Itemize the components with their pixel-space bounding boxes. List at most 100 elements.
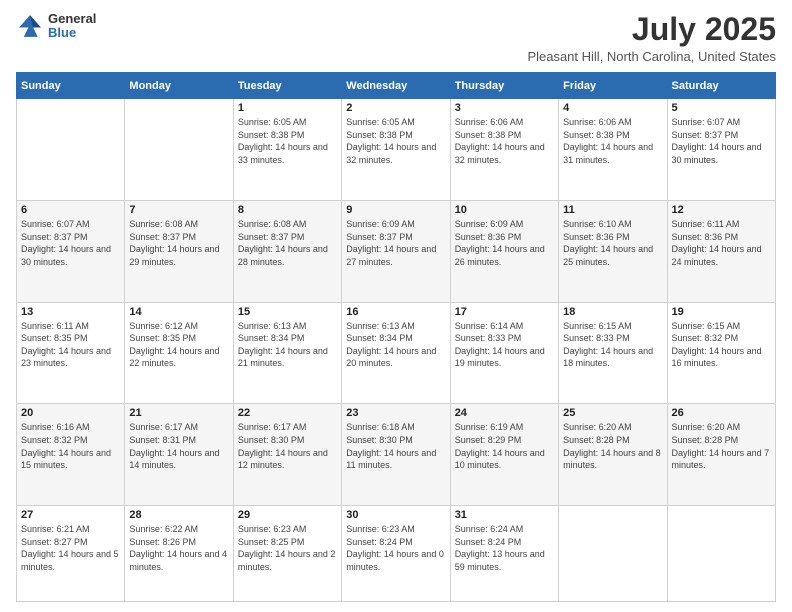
table-row: 2 Sunrise: 6:05 AMSunset: 8:38 PMDaylight…	[342, 99, 450, 201]
day-number: 19	[672, 306, 771, 318]
day-number: 14	[129, 306, 228, 318]
day-number: 18	[563, 306, 662, 318]
day-number: 16	[346, 306, 445, 318]
calendar: Sunday Monday Tuesday Wednesday Thursday…	[16, 72, 776, 602]
day-info: Sunrise: 6:09 AMSunset: 8:36 PMDaylight:…	[455, 218, 554, 268]
table-row: 6 Sunrise: 6:07 AMSunset: 8:37 PMDaylight…	[17, 200, 125, 302]
day-info: Sunrise: 6:23 AMSunset: 8:25 PMDaylight:…	[238, 523, 337, 573]
day-info: Sunrise: 6:10 AMSunset: 8:36 PMDaylight:…	[563, 218, 662, 268]
table-row: 18 Sunrise: 6:15 AMSunset: 8:33 PMDayligh…	[559, 302, 667, 404]
day-info: Sunrise: 6:18 AMSunset: 8:30 PMDaylight:…	[346, 421, 445, 471]
day-number: 31	[455, 509, 554, 521]
col-thursday: Thursday	[450, 73, 558, 99]
table-row	[559, 506, 667, 602]
table-row: 1Sunrise: 6:05 AMSunset: 8:38 PMDaylight…	[233, 99, 341, 201]
day-number: 9	[346, 204, 445, 216]
day-number: 11	[563, 204, 662, 216]
day-info: Sunrise: 6:20 AMSunset: 8:28 PMDaylight:…	[563, 421, 662, 471]
table-row: 7 Sunrise: 6:08 AMSunset: 8:37 PMDaylight…	[125, 200, 233, 302]
col-monday: Monday	[125, 73, 233, 99]
day-info: Sunrise: 6:05 AMSunset: 8:38 PMDaylight:…	[346, 116, 445, 166]
day-info: Sunrise: 6:19 AMSunset: 8:29 PMDaylight:…	[455, 421, 554, 471]
day-number: 20	[21, 407, 120, 419]
table-row: 29 Sunrise: 6:23 AMSunset: 8:25 PMDayligh…	[233, 506, 341, 602]
day-info: Sunrise: 6:22 AMSunset: 8:26 PMDaylight:…	[129, 523, 228, 573]
main-title: July 2025	[527, 12, 776, 47]
day-number: 10	[455, 204, 554, 216]
subtitle: Pleasant Hill, North Carolina, United St…	[527, 49, 776, 64]
day-number: 22	[238, 407, 337, 419]
table-row: 19 Sunrise: 6:15 AMSunset: 8:32 PMDayligh…	[667, 302, 775, 404]
table-row: 20 Sunrise: 6:16 AMSunset: 8:32 PMDayligh…	[17, 404, 125, 506]
day-number: 29	[238, 509, 337, 521]
table-row: 23 Sunrise: 6:18 AMSunset: 8:30 PMDayligh…	[342, 404, 450, 506]
logo: General Blue	[16, 12, 96, 41]
week-row-1: 6 Sunrise: 6:07 AMSunset: 8:37 PMDaylight…	[17, 200, 776, 302]
table-row: 17 Sunrise: 6:14 AMSunset: 8:33 PMDayligh…	[450, 302, 558, 404]
col-sunday: Sunday	[17, 73, 125, 99]
day-info: Sunrise: 6:16 AMSunset: 8:32 PMDaylight:…	[21, 421, 120, 471]
title-block: July 2025 Pleasant Hill, North Carolina,…	[527, 12, 776, 64]
table-row: 9Sunrise: 6:09 AMSunset: 8:37 PMDaylight…	[342, 200, 450, 302]
day-info: Sunrise: 6:21 AMSunset: 8:27 PMDaylight:…	[21, 523, 120, 573]
table-row: 30 Sunrise: 6:23 AMSunset: 8:24 PMDayligh…	[342, 506, 450, 602]
day-info: Sunrise: 6:20 AMSunset: 8:28 PMDaylight:…	[672, 421, 771, 471]
table-row	[125, 99, 233, 201]
table-row: 27Sunrise: 6:21 AMSunset: 8:27 PMDayligh…	[17, 506, 125, 602]
table-row: 4 Sunrise: 6:06 AMSunset: 8:38 PMDaylight…	[559, 99, 667, 201]
day-info: Sunrise: 6:15 AMSunset: 8:33 PMDaylight:…	[563, 320, 662, 370]
day-info: Sunrise: 6:08 AMSunset: 8:37 PMDaylight:…	[129, 218, 228, 268]
day-info: Sunrise: 6:11 AMSunset: 8:35 PMDaylight:…	[21, 320, 120, 370]
day-info: Sunrise: 6:06 AMSunset: 8:38 PMDaylight:…	[455, 116, 554, 166]
logo-icon	[16, 12, 44, 40]
day-number: 30	[346, 509, 445, 521]
day-number: 15	[238, 306, 337, 318]
table-row: 11 Sunrise: 6:10 AMSunset: 8:36 PMDayligh…	[559, 200, 667, 302]
day-info: Sunrise: 6:14 AMSunset: 8:33 PMDaylight:…	[455, 320, 554, 370]
week-row-2: 13 Sunrise: 6:11 AMSunset: 8:35 PMDayligh…	[17, 302, 776, 404]
day-number: 4	[563, 102, 662, 114]
week-row-0: 1Sunrise: 6:05 AMSunset: 8:38 PMDaylight…	[17, 99, 776, 201]
col-wednesday: Wednesday	[342, 73, 450, 99]
day-number: 12	[672, 204, 771, 216]
table-row: 16 Sunrise: 6:13 AMSunset: 8:34 PMDayligh…	[342, 302, 450, 404]
day-number: 17	[455, 306, 554, 318]
day-number: 2	[346, 102, 445, 114]
table-row: 13 Sunrise: 6:11 AMSunset: 8:35 PMDayligh…	[17, 302, 125, 404]
day-info: Sunrise: 6:07 AMSunset: 8:37 PMDaylight:…	[21, 218, 120, 268]
day-number: 28	[129, 509, 228, 521]
logo-blue: Blue	[48, 26, 96, 40]
col-tuesday: Tuesday	[233, 73, 341, 99]
table-row: 21Sunrise: 6:17 AMSunset: 8:31 PMDayligh…	[125, 404, 233, 506]
table-row	[667, 506, 775, 602]
table-row: 12Sunrise: 6:11 AMSunset: 8:36 PMDayligh…	[667, 200, 775, 302]
table-row: 24Sunrise: 6:19 AMSunset: 8:29 PMDayligh…	[450, 404, 558, 506]
table-row: 10 Sunrise: 6:09 AMSunset: 8:36 PMDayligh…	[450, 200, 558, 302]
day-number: 6	[21, 204, 120, 216]
day-info: Sunrise: 6:15 AMSunset: 8:32 PMDaylight:…	[672, 320, 771, 370]
table-row: 25Sunrise: 6:20 AMSunset: 8:28 PMDayligh…	[559, 404, 667, 506]
day-number: 23	[346, 407, 445, 419]
day-info: Sunrise: 6:06 AMSunset: 8:38 PMDaylight:…	[563, 116, 662, 166]
day-number: 8	[238, 204, 337, 216]
day-number: 13	[21, 306, 120, 318]
table-row: 22 Sunrise: 6:17 AMSunset: 8:30 PMDayligh…	[233, 404, 341, 506]
table-row: 26 Sunrise: 6:20 AMSunset: 8:28 PMDayligh…	[667, 404, 775, 506]
day-number: 5	[672, 102, 771, 114]
table-row: 28 Sunrise: 6:22 AMSunset: 8:26 PMDayligh…	[125, 506, 233, 602]
day-info: Sunrise: 6:13 AMSunset: 8:34 PMDaylight:…	[346, 320, 445, 370]
table-row	[17, 99, 125, 201]
week-row-3: 20 Sunrise: 6:16 AMSunset: 8:32 PMDayligh…	[17, 404, 776, 506]
col-friday: Friday	[559, 73, 667, 99]
day-info: Sunrise: 6:24 AMSunset: 8:24 PMDaylight:…	[455, 523, 554, 573]
header: General Blue July 2025 Pleasant Hill, No…	[16, 12, 776, 64]
day-info: Sunrise: 6:23 AMSunset: 8:24 PMDaylight:…	[346, 523, 445, 573]
table-row: 15Sunrise: 6:13 AMSunset: 8:34 PMDayligh…	[233, 302, 341, 404]
page: General Blue July 2025 Pleasant Hill, No…	[0, 0, 792, 612]
day-number: 7	[129, 204, 228, 216]
week-row-4: 27Sunrise: 6:21 AMSunset: 8:27 PMDayligh…	[17, 506, 776, 602]
table-row: 8Sunrise: 6:08 AMSunset: 8:37 PMDaylight…	[233, 200, 341, 302]
day-number: 26	[672, 407, 771, 419]
day-info: Sunrise: 6:17 AMSunset: 8:30 PMDaylight:…	[238, 421, 337, 471]
table-row: 14Sunrise: 6:12 AMSunset: 8:35 PMDayligh…	[125, 302, 233, 404]
